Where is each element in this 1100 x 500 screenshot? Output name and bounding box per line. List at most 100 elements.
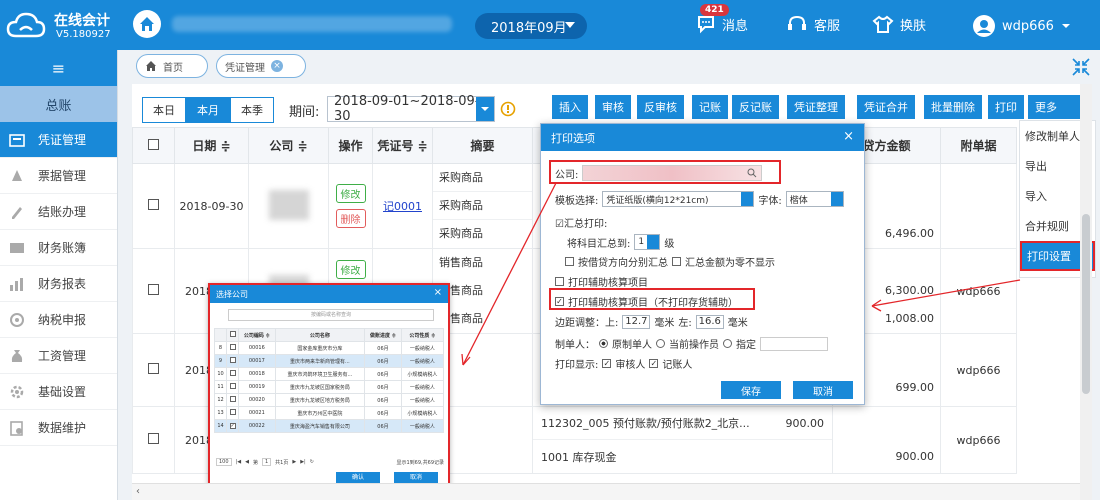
edit-button[interactable]: 修改 — [335, 184, 366, 203]
refresh-icon[interactable]: ↻ — [310, 459, 314, 465]
range-quarter[interactable]: 本季 — [230, 97, 274, 123]
template-select[interactable]: 凭证纸版(横向12*21cm) — [602, 191, 755, 207]
voucher-arrange-button[interactable]: 凭证整理 — [787, 95, 845, 119]
post-button[interactable]: 记账 — [692, 95, 728, 119]
level-select[interactable]: 1 — [634, 234, 661, 250]
sidebar-item-settings[interactable]: 基础设置 — [0, 374, 117, 410]
scroll-left-icon[interactable]: ‹ — [136, 486, 140, 497]
auditor-checkbox[interactable]: ✓ — [602, 359, 612, 368]
select-all-checkbox[interactable] — [148, 138, 159, 150]
preparer-specify-input[interactable] — [760, 336, 828, 351]
company-row[interactable]: 9 00017 重庆市两来华新商管理有... 06月 一般纳税人 — [214, 354, 445, 368]
period-range-select[interactable]: 2018-09-01~2018-09-30 — [327, 94, 495, 124]
col-voucher-no[interactable]: 凭证号 ≑ — [372, 127, 433, 164]
col-date[interactable]: 日期 ≑ — [174, 127, 249, 164]
summary-print-checkbox[interactable]: ☑汇总打印: — [555, 215, 607, 230]
company-checkbox[interactable] — [229, 396, 236, 402]
company-row[interactable]: 12 00020 重庆市九龙坡区地方税务局 06月 一般纳税人 — [214, 393, 445, 407]
aux-item-checkbox[interactable] — [555, 277, 564, 286]
user-menu[interactable]: wdp666 — [972, 14, 1072, 38]
sidebar-collapse-button[interactable]: ≡ — [0, 50, 117, 86]
split-direction-checkbox[interactable] — [565, 257, 574, 266]
print-button[interactable]: 打印 — [988, 95, 1024, 119]
voucher-merge-button[interactable]: 凭证合并 — [857, 95, 915, 119]
row-checkbox[interactable] — [148, 363, 159, 374]
period-selector[interactable]: 2018年09月 — [475, 13, 587, 39]
sidebar-group-ledger[interactable]: 总账 — [0, 86, 117, 122]
preparer-current-radio[interactable] — [656, 339, 665, 348]
company-row[interactable]: 11 00019 重庆市九龙坡区国家税务局 06月 一般纳税人 — [214, 380, 445, 394]
page-input[interactable]: 1 — [261, 458, 272, 466]
delete-button[interactable]: 删除 — [335, 209, 366, 228]
margin-top-input[interactable]: 12.7 — [622, 314, 651, 329]
insert-button[interactable]: 插入 — [552, 95, 588, 119]
save-button[interactable]: 保存 — [721, 381, 781, 399]
fullscreen-collapse-icon[interactable] — [1070, 56, 1092, 78]
company-checkbox[interactable] — [229, 409, 236, 415]
sidebar-item-data[interactable]: 数据维护 — [0, 410, 117, 446]
row-checkbox[interactable] — [148, 199, 159, 210]
sidebar-item-books[interactable]: 财务账簿 — [0, 230, 117, 266]
company-search-field[interactable]: 按编码或名称查询 — [228, 309, 434, 321]
skin-button[interactable]: 换肤 — [872, 14, 926, 34]
more-button[interactable]: 更多 — [1028, 95, 1080, 119]
range-month[interactable]: 本月 — [186, 97, 230, 123]
scroll-thumb[interactable] — [1082, 214, 1090, 394]
period-dropdown-icon[interactable] — [476, 97, 494, 121]
company-checkbox[interactable] — [229, 370, 236, 376]
first-page-icon[interactable]: |◀ — [236, 459, 242, 465]
info-icon[interactable] — [500, 101, 516, 117]
preparer-original-radio[interactable] — [599, 339, 608, 348]
company-checkbox[interactable]: ✓ — [229, 423, 236, 429]
preparer-specify-radio[interactable] — [723, 339, 732, 348]
col-company[interactable]: 公司 ≑ — [248, 127, 329, 164]
tab-home[interactable]: 首页 — [136, 54, 208, 78]
company-checkbox[interactable] — [229, 344, 236, 350]
horizontal-scrollbar[interactable]: ‹ — [132, 483, 1080, 500]
company-select-all-checkbox[interactable] — [229, 331, 236, 337]
sidebar-item-tax[interactable]: 纳税申报 — [0, 302, 117, 338]
unpost-button[interactable]: 反记账 — [732, 95, 779, 119]
sidebar-item-reports[interactable]: 财务报表 — [0, 266, 117, 302]
tab-voucher[interactable]: 凭证管理 × — [216, 54, 306, 78]
row-checkbox[interactable] — [148, 284, 159, 295]
company-row[interactable]: 8 00016 国家金库重庆市分库 06月 一般纳税人 — [214, 341, 445, 355]
next-page-icon[interactable]: ▶ — [292, 459, 296, 465]
company-row[interactable]: 14 ✓ 00022 重庆海盈汽车销售有限公司 06月 一般纳税人 — [214, 419, 445, 433]
batch-delete-button[interactable]: 批量删除 — [924, 95, 982, 119]
last-page-icon[interactable]: ▶| — [300, 459, 306, 465]
margin-left-input[interactable]: 16.6 — [695, 314, 724, 329]
range-today[interactable]: 本日 — [142, 97, 186, 123]
voucher-link[interactable]: 记0001 — [372, 163, 433, 249]
summary-print-row[interactable]: ☑汇总打印: — [555, 215, 607, 230]
tab-close-icon[interactable]: × — [271, 60, 283, 72]
company-row[interactable]: 10 00018 重庆市鸿鹄环境卫生服务有... 06月 小规模纳税人 — [214, 367, 445, 381]
font-select[interactable]: 楷体 — [785, 191, 844, 207]
company-row[interactable]: 13 00021 重庆市万州区中医院 06月 小规模纳税人 — [214, 406, 445, 420]
service-button[interactable]: 客服 — [786, 14, 840, 34]
company-type: 一般纳税人 — [400, 393, 445, 407]
edit-button[interactable]: 修改 — [335, 260, 366, 279]
dialog-close-icon[interactable]: × — [843, 129, 854, 144]
popup-close-icon[interactable]: × — [434, 287, 442, 298]
home-button[interactable] — [133, 10, 161, 38]
unaudit-button[interactable]: 反审核 — [637, 95, 684, 119]
sidebar-item-salary[interactable]: 工资管理 — [0, 338, 117, 374]
company-checkbox[interactable] — [229, 383, 236, 389]
zero-hide-checkbox[interactable] — [672, 257, 681, 266]
col-company-code[interactable]: 公司编码 ≑ — [238, 328, 276, 342]
vertical-scrollbar[interactable] — [1080, 84, 1092, 500]
sidebar-item-closing[interactable]: 结账办理 — [0, 194, 117, 230]
company-checkbox[interactable] — [229, 357, 236, 363]
sidebar-item-ticket[interactable]: 票据管理 — [0, 158, 117, 194]
bookkeeper-checkbox[interactable]: ✓ — [649, 359, 659, 368]
prev-page-icon[interactable]: ◀ — [245, 459, 249, 465]
sidebar-item-voucher[interactable]: 凭证管理 — [0, 122, 117, 158]
col-progress[interactable]: 做账进度 ≑ — [364, 328, 402, 342]
col-company-type[interactable]: 公司性质 ≑ — [400, 328, 445, 342]
row-checkbox[interactable] — [148, 433, 159, 444]
messages-button[interactable]: 消息 — [696, 14, 748, 34]
cancel-button[interactable]: 取消 — [793, 381, 853, 399]
audit-button[interactable]: 审核 — [595, 95, 631, 119]
page-size-select[interactable]: 100 — [216, 458, 232, 466]
